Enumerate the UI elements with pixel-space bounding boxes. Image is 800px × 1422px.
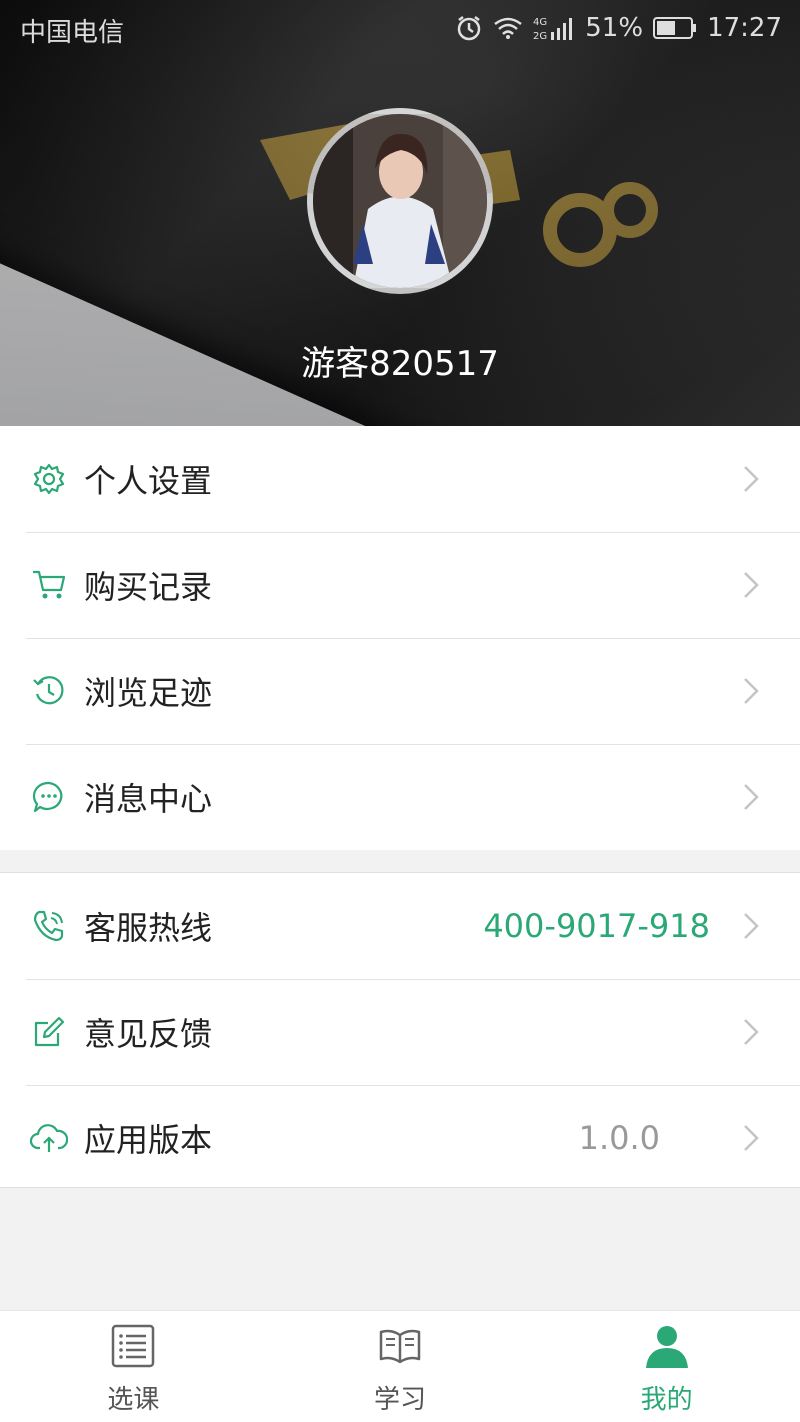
- menu-item-browsing-history[interactable]: 浏览足迹: [0, 638, 800, 744]
- user-icon: [645, 1326, 688, 1368]
- menu-item-label: 个人设置: [84, 462, 213, 500]
- carrier-label: 中国电信: [20, 18, 125, 48]
- tab-label: 学习: [374, 1385, 427, 1415]
- tab-learning[interactable]: 学习: [267, 1311, 534, 1422]
- menu-group-account: 个人设置 购买记录 浏览足迹 消息中心: [0, 426, 800, 850]
- battery-icon: [653, 17, 697, 39]
- cart-icon: [30, 566, 68, 604]
- menu-item-label: 客服热线: [84, 909, 213, 947]
- clock: 17:27: [707, 13, 782, 43]
- alarm-icon: [458, 16, 481, 41]
- username: 游客820517: [301, 344, 499, 384]
- menu-item-app-version[interactable]: 应用版本 1.0.0: [0, 1085, 800, 1191]
- menu-item-purchase-history[interactable]: 购买记录: [0, 532, 800, 638]
- profile-page: 中国电信 4G 2G 51% 17:27 游客820517 个人设置 购买记录 …: [0, 0, 800, 1422]
- status-bar: 中国电信 4G 2G 51% 17:27: [0, 0, 800, 56]
- menu-item-customer-hotline[interactable]: 客服热线 400-9017-918: [0, 873, 800, 979]
- hotline-number[interactable]: 400-9017-918: [483, 907, 710, 945]
- tab-label: 选课: [107, 1385, 160, 1415]
- tab-mine[interactable]: 我的: [533, 1311, 800, 1422]
- battery-percent: 51%: [585, 13, 644, 43]
- chevron-right-icon: [744, 1125, 759, 1151]
- bottom-tab-bar: 选课 学习 我的: [0, 1310, 800, 1422]
- menu-item-label: 意见反馈: [84, 1015, 213, 1053]
- tab-courses[interactable]: 选课: [0, 1311, 267, 1422]
- svg-text:4G: 4G: [533, 17, 547, 28]
- wifi-icon: [494, 17, 523, 39]
- svg-text:2G: 2G: [533, 31, 547, 42]
- book-icon: [379, 1329, 421, 1364]
- menu-item-label: 应用版本: [84, 1121, 213, 1159]
- chevron-right-icon: [744, 466, 759, 492]
- cloud-upload-icon: [30, 1119, 68, 1157]
- gear-icon: [30, 460, 68, 498]
- avatar[interactable]: [307, 108, 493, 294]
- list-icon: [112, 1324, 155, 1368]
- menu-item-personal-settings[interactable]: 个人设置: [0, 426, 800, 532]
- signal-icon: 4G 2G: [533, 17, 573, 42]
- chevron-right-icon: [744, 784, 759, 810]
- menu-item-message-center[interactable]: 消息中心: [0, 744, 800, 850]
- app-version-value: 1.0.0: [578, 1119, 660, 1157]
- menu-item-label: 购买记录: [84, 568, 213, 606]
- status-right: 4G 2G 51% 17:27: [455, 10, 782, 46]
- menu-item-label: 消息中心: [84, 780, 213, 818]
- edit-icon: [30, 1013, 68, 1051]
- chevron-right-icon: [744, 1019, 759, 1045]
- menu-group-support: 客服热线 400-9017-918 意见反馈 应用版本 1.0.0: [0, 872, 800, 1188]
- menu-item-label: 浏览足迹: [84, 674, 213, 712]
- chevron-right-icon: [744, 678, 759, 704]
- message-icon: [30, 778, 68, 816]
- tab-label: 我的: [640, 1385, 693, 1415]
- chevron-right-icon: [744, 572, 759, 598]
- chevron-right-icon: [744, 913, 759, 939]
- phone-icon: [30, 907, 68, 945]
- menu-item-feedback[interactable]: 意见反馈: [0, 979, 800, 1085]
- avatar-image: [313, 114, 487, 288]
- history-icon: [30, 672, 68, 710]
